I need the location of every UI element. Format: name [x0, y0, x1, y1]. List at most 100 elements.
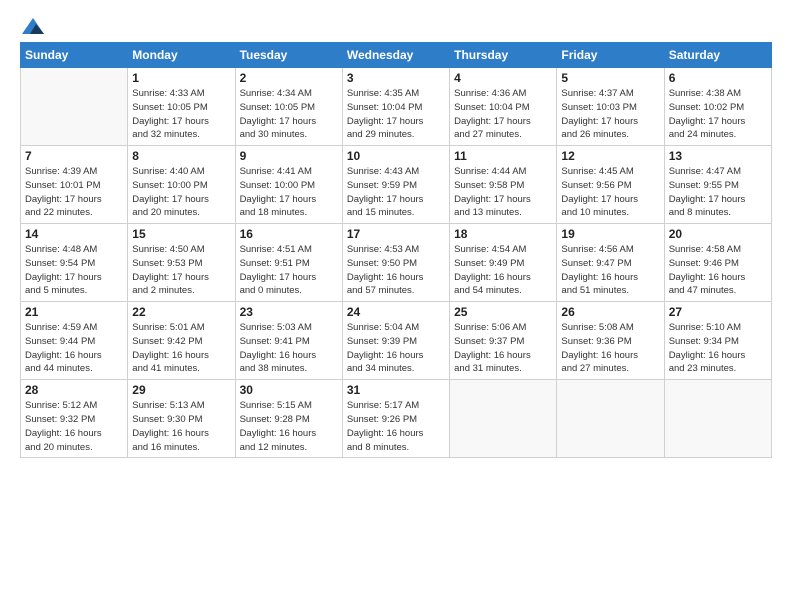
day-info: Sunrise: 4:36 AMSunset: 10:04 PMDaylight… [454, 87, 552, 142]
table-row: 15Sunrise: 4:50 AMSunset: 9:53 PMDayligh… [128, 224, 235, 302]
day-number: 29 [132, 383, 230, 397]
table-row [21, 68, 128, 146]
day-info: Sunrise: 4:45 AMSunset: 9:56 PMDaylight:… [561, 165, 659, 220]
day-info: Sunrise: 5:04 AMSunset: 9:39 PMDaylight:… [347, 321, 445, 376]
table-row: 14Sunrise: 4:48 AMSunset: 9:54 PMDayligh… [21, 224, 128, 302]
table-row: 22 Sunrise: 5:01 AMSunset: 9:42 PMDayligh… [128, 302, 235, 380]
day-info: Sunrise: 4:54 AMSunset: 9:49 PMDaylight:… [454, 243, 552, 298]
table-row [557, 380, 664, 458]
day-info: Sunrise: 5:17 AMSunset: 9:26 PMDaylight:… [347, 399, 445, 454]
day-info: Sunrise: 4:39 AMSunset: 10:01 PMDaylight… [25, 165, 123, 220]
col-wednesday: Wednesday [342, 43, 449, 68]
day-number: 3 [347, 71, 445, 85]
table-row: 19 Sunrise: 4:56 AMSunset: 9:47 PMDayligh… [557, 224, 664, 302]
day-number: 20 [669, 227, 767, 241]
table-row: 21 Sunrise: 4:59 AMSunset: 9:44 PMDayligh… [21, 302, 128, 380]
day-number: 9 [240, 149, 338, 163]
day-info: Sunrise: 4:56 AMSunset: 9:47 PMDaylight:… [561, 243, 659, 298]
table-row: 25Sunrise: 5:06 AMSunset: 9:37 PMDayligh… [450, 302, 557, 380]
col-thursday: Thursday [450, 43, 557, 68]
day-info: Sunrise: 4:43 AMSunset: 9:59 PMDaylight:… [347, 165, 445, 220]
day-info: Sunrise: 4:44 AMSunset: 9:58 PMDaylight:… [454, 165, 552, 220]
day-info: Sunrise: 5:12 AMSunset: 9:32 PMDaylight:… [25, 399, 123, 454]
day-number: 14 [25, 227, 123, 241]
day-number: 19 [561, 227, 659, 241]
calendar-table: Sunday Monday Tuesday Wednesday Thursday… [20, 42, 772, 458]
table-row: 5 Sunrise: 4:37 AMSunset: 10:03 PMDayligh… [557, 68, 664, 146]
day-number: 15 [132, 227, 230, 241]
table-row: 16 Sunrise: 4:51 AMSunset: 9:51 PMDayligh… [235, 224, 342, 302]
day-info: Sunrise: 4:41 AMSunset: 10:00 PMDaylight… [240, 165, 338, 220]
day-number: 12 [561, 149, 659, 163]
day-number: 7 [25, 149, 123, 163]
day-number: 11 [454, 149, 552, 163]
day-number: 25 [454, 305, 552, 319]
table-row [450, 380, 557, 458]
table-row: 18 Sunrise: 4:54 AMSunset: 9:49 PMDayligh… [450, 224, 557, 302]
day-number: 4 [454, 71, 552, 85]
day-info: Sunrise: 4:34 AMSunset: 10:05 PMDaylight… [240, 87, 338, 142]
table-row: 7 Sunrise: 4:39 AMSunset: 10:01 PMDayligh… [21, 146, 128, 224]
table-row: 10 Sunrise: 4:43 AMSunset: 9:59 PMDayligh… [342, 146, 449, 224]
day-number: 2 [240, 71, 338, 85]
table-row: 17 Sunrise: 4:53 AMSunset: 9:50 PMDayligh… [342, 224, 449, 302]
day-number: 1 [132, 71, 230, 85]
table-row: 11 Sunrise: 4:44 AMSunset: 9:58 PMDayligh… [450, 146, 557, 224]
table-row: 20Sunrise: 4:58 AMSunset: 9:46 PMDayligh… [664, 224, 771, 302]
day-number: 8 [132, 149, 230, 163]
col-monday: Monday [128, 43, 235, 68]
table-row: 27 Sunrise: 5:10 AMSunset: 9:34 PMDayligh… [664, 302, 771, 380]
table-row: 8 Sunrise: 4:40 AMSunset: 10:00 PMDayligh… [128, 146, 235, 224]
day-info: Sunrise: 4:47 AMSunset: 9:55 PMDaylight:… [669, 165, 767, 220]
table-row: 26 Sunrise: 5:08 AMSunset: 9:36 PMDayligh… [557, 302, 664, 380]
day-info: Sunrise: 4:35 AMSunset: 10:04 PMDaylight… [347, 87, 445, 142]
day-info: Sunrise: 4:53 AMSunset: 9:50 PMDaylight:… [347, 243, 445, 298]
day-info: Sunrise: 5:01 AMSunset: 9:42 PMDaylight:… [132, 321, 230, 376]
table-row: 1 Sunrise: 4:33 AMSunset: 10:05 PMDayligh… [128, 68, 235, 146]
day-number: 13 [669, 149, 767, 163]
day-info: Sunrise: 5:08 AMSunset: 9:36 PMDaylight:… [561, 321, 659, 376]
col-tuesday: Tuesday [235, 43, 342, 68]
day-number: 26 [561, 305, 659, 319]
day-number: 17 [347, 227, 445, 241]
day-info: Sunrise: 4:38 AMSunset: 10:02 PMDaylight… [669, 87, 767, 142]
table-row: 29 Sunrise: 5:13 AMSunset: 9:30 PMDayligh… [128, 380, 235, 458]
logo-icon [22, 18, 44, 34]
day-info: Sunrise: 5:10 AMSunset: 9:34 PMDaylight:… [669, 321, 767, 376]
day-info: Sunrise: 5:13 AMSunset: 9:30 PMDaylight:… [132, 399, 230, 454]
table-row: 12 Sunrise: 4:45 AMSunset: 9:56 PMDayligh… [557, 146, 664, 224]
logo [20, 18, 44, 36]
table-row: 28 Sunrise: 5:12 AMSunset: 9:32 PMDayligh… [21, 380, 128, 458]
day-number: 23 [240, 305, 338, 319]
day-number: 21 [25, 305, 123, 319]
day-number: 27 [669, 305, 767, 319]
header [20, 18, 772, 36]
day-info: Sunrise: 4:33 AMSunset: 10:05 PMDaylight… [132, 87, 230, 142]
day-info: Sunrise: 5:15 AMSunset: 9:28 PMDaylight:… [240, 399, 338, 454]
day-number: 16 [240, 227, 338, 241]
calendar-header-row: Sunday Monday Tuesday Wednesday Thursday… [21, 43, 772, 68]
day-info: Sunrise: 4:37 AMSunset: 10:03 PMDaylight… [561, 87, 659, 142]
day-info: Sunrise: 4:59 AMSunset: 9:44 PMDaylight:… [25, 321, 123, 376]
day-number: 6 [669, 71, 767, 85]
day-number: 28 [25, 383, 123, 397]
day-number: 31 [347, 383, 445, 397]
table-row: 23 Sunrise: 5:03 AMSunset: 9:41 PMDayligh… [235, 302, 342, 380]
col-sunday: Sunday [21, 43, 128, 68]
table-row: 24Sunrise: 5:04 AMSunset: 9:39 PMDayligh… [342, 302, 449, 380]
day-info: Sunrise: 4:40 AMSunset: 10:00 PMDaylight… [132, 165, 230, 220]
day-number: 5 [561, 71, 659, 85]
table-row: 2 Sunrise: 4:34 AMSunset: 10:05 PMDayligh… [235, 68, 342, 146]
col-saturday: Saturday [664, 43, 771, 68]
col-friday: Friday [557, 43, 664, 68]
day-number: 10 [347, 149, 445, 163]
table-row: 4 Sunrise: 4:36 AMSunset: 10:04 PMDayligh… [450, 68, 557, 146]
table-row: 9 Sunrise: 4:41 AMSunset: 10:00 PMDayligh… [235, 146, 342, 224]
table-row: 30Sunrise: 5:15 AMSunset: 9:28 PMDayligh… [235, 380, 342, 458]
day-info: Sunrise: 4:51 AMSunset: 9:51 PMDaylight:… [240, 243, 338, 298]
day-info: Sunrise: 5:03 AMSunset: 9:41 PMDaylight:… [240, 321, 338, 376]
day-number: 22 [132, 305, 230, 319]
table-row: 6 Sunrise: 4:38 AMSunset: 10:02 PMDayligh… [664, 68, 771, 146]
day-number: 18 [454, 227, 552, 241]
table-row: 3 Sunrise: 4:35 AMSunset: 10:04 PMDayligh… [342, 68, 449, 146]
